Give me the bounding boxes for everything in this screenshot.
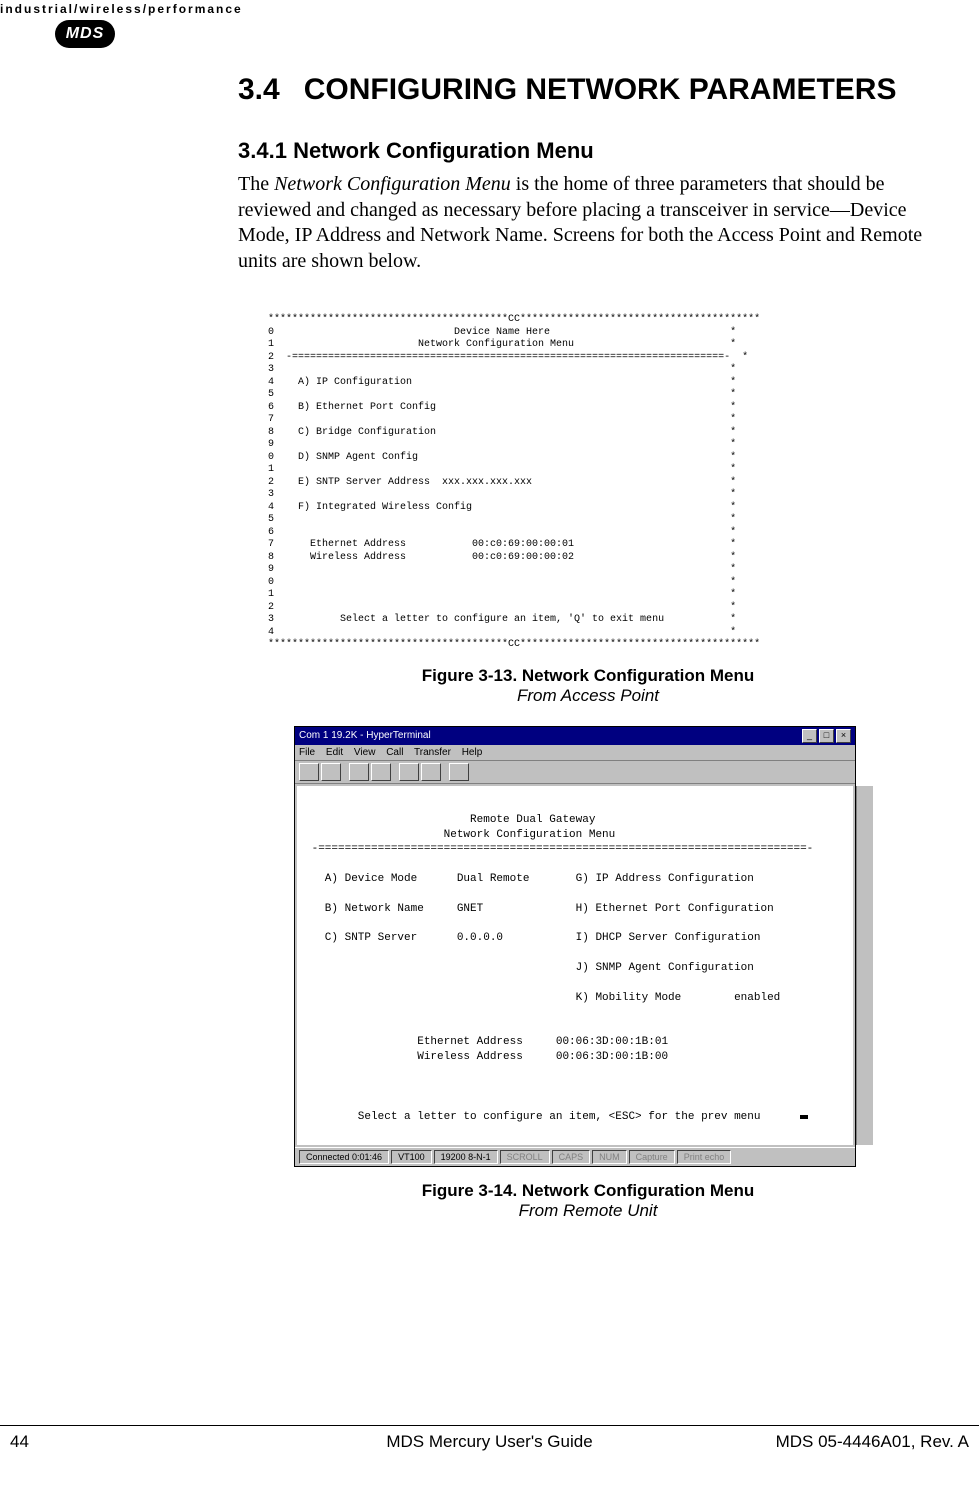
window-titlebar: Com 1 19.2K - HyperTerminal _ □ × — [295, 727, 855, 745]
figure-label-bold: Figure 3-13. Network Configuration Menu — [238, 666, 938, 686]
menu-help[interactable]: Help — [462, 747, 483, 758]
status-port-settings: 19200 8-N-1 — [434, 1150, 498, 1164]
term-line: 1 Network Configuration Menu * — [268, 339, 736, 350]
term-line: 4 * — [268, 627, 736, 638]
toolbar-button[interactable] — [421, 763, 441, 781]
term-line: 5 * — [268, 389, 736, 400]
status-capture: Capture — [629, 1150, 675, 1164]
term-line: 2 E) SNTP Server Address xxx.xxx.xxx.xxx… — [268, 477, 736, 488]
text-cursor — [800, 1115, 808, 1119]
term-line: 3 Select a letter to configure an item, … — [268, 614, 736, 625]
menu-transfer[interactable]: Transfer — [414, 747, 451, 758]
section-heading: 3.4 CONFIGURING NETWORK PARAMETERS — [238, 72, 938, 108]
subsection-number: 3.4.1 — [238, 138, 287, 163]
para-italic-term: Network Configuration Menu — [274, 173, 511, 195]
term-line: A) Device Mode Dual Remote G) IP Address… — [305, 873, 754, 885]
term-line: C) SNTP Server 0.0.0.0 I) DHCP Server Co… — [305, 932, 760, 944]
window-statusbar: Connected 0:01:46 VT100 19200 8-N-1 SCRO… — [295, 1147, 855, 1166]
term-line: 9 * — [268, 564, 736, 575]
term-line: 4 F) Integrated Wireless Config * — [268, 502, 736, 513]
term-line: B) Network Name GNET H) Ethernet Port Co… — [305, 903, 774, 915]
status-caps: CAPS — [552, 1150, 591, 1164]
header-tagline: industrial/wireless/performance — [0, 2, 243, 16]
page-footer: 44 MDS Mercury User's Guide MDS 05-4446A… — [0, 1425, 979, 1452]
toolbar-button[interactable] — [299, 763, 319, 781]
term-line: J) SNMP Agent Configuration — [305, 962, 754, 974]
window-title: Com 1 19.2K - HyperTerminal — [299, 730, 431, 741]
para-pre: The — [238, 173, 274, 195]
maximize-button[interactable]: □ — [819, 729, 834, 743]
term-line: 0 * — [268, 577, 736, 588]
intro-paragraph: The Network Configuration Menu is the ho… — [238, 172, 938, 274]
status-connected: Connected 0:01:46 — [299, 1150, 389, 1164]
section-title: CONFIGURING NETWORK PARAMETERS — [304, 73, 897, 106]
figure-label-bold: Figure 3-14. Network Configuration Menu — [238, 1181, 938, 1201]
term-line: 4 A) IP Configuration * — [268, 377, 736, 388]
status-emulation: VT100 — [391, 1150, 432, 1164]
term-line: Ethernet Address 00:06:3D:00:1B:01 — [305, 1036, 668, 1048]
close-button[interactable]: × — [836, 729, 851, 743]
term-line: 8 Wireless Address 00:c0:69:00:00:02 * — [268, 552, 736, 563]
toolbar-button[interactable] — [349, 763, 369, 781]
mds-logo: MDS — [55, 20, 115, 48]
subsection-heading: 3.4.1 Network Configuration Menu — [238, 138, 938, 164]
toolbar-button[interactable] — [321, 763, 341, 781]
term-line: K) Mobility Mode enabled — [305, 992, 780, 1004]
term-line: Remote Dual Gateway — [305, 814, 595, 826]
toolbar-button[interactable] — [449, 763, 469, 781]
hyperterminal-window: Com 1 19.2K - HyperTerminal _ □ × File E… — [294, 726, 856, 1167]
term-line: 0 Device Name Here * — [268, 327, 736, 338]
menu-edit[interactable]: Edit — [326, 747, 343, 758]
section-number: 3.4 — [238, 72, 280, 108]
term-line: 3 * — [268, 489, 736, 500]
term-line: 9 * — [268, 439, 736, 450]
term-line: 3 * — [268, 364, 736, 375]
term-line: ****************************************… — [268, 639, 760, 650]
term-line: 2 -=====================================… — [268, 352, 748, 363]
figure-caption-1: Figure 3-13. Network Configuration Menu … — [238, 666, 938, 706]
terminal-screenshot-ap: ****************************************… — [268, 314, 938, 652]
term-line: 7 * — [268, 414, 736, 425]
window-toolbar — [295, 761, 855, 784]
menu-view[interactable]: View — [354, 747, 376, 758]
term-line: 1 * — [268, 464, 736, 475]
figure-caption-2: Figure 3-14. Network Configuration Menu … — [238, 1181, 938, 1221]
term-line: ****************************************… — [268, 314, 760, 325]
toolbar-button[interactable] — [399, 763, 419, 781]
figure-label-italic: From Access Point — [238, 686, 938, 706]
menu-file[interactable]: File — [299, 747, 315, 758]
term-line: 1 * — [268, 589, 736, 600]
toolbar-button[interactable] — [371, 763, 391, 781]
term-line: 7 Ethernet Address 00:c0:69:00:00:01 * — [268, 539, 736, 550]
status-printecho: Print echo — [677, 1150, 732, 1164]
term-line: 6 B) Ethernet Port Config * — [268, 402, 736, 413]
terminal-body[interactable]: Remote Dual Gateway Network Configuratio… — [297, 786, 853, 1145]
status-scroll: SCROLL — [500, 1150, 550, 1164]
term-line: 0 D) SNMP Agent Config * — [268, 452, 736, 463]
footer-center: MDS Mercury User's Guide — [0, 1432, 979, 1452]
term-line: 2 * — [268, 602, 736, 613]
window-menubar: File Edit View Call Transfer Help — [295, 745, 855, 761]
term-line: Wireless Address 00:06:3D:00:1B:00 — [305, 1051, 668, 1063]
minimize-button[interactable]: _ — [802, 729, 817, 743]
figure-label-italic: From Remote Unit — [238, 1201, 938, 1221]
term-line: 5 * — [268, 514, 736, 525]
term-line: -=======================================… — [305, 843, 813, 855]
status-num: NUM — [592, 1150, 627, 1164]
vertical-scrollbar[interactable] — [856, 786, 873, 1145]
term-line: 8 C) Bridge Configuration * — [268, 427, 736, 438]
menu-call[interactable]: Call — [386, 747, 403, 758]
term-line: Network Configuration Menu — [305, 829, 615, 841]
term-line: 6 * — [268, 527, 736, 538]
subsection-title: Network Configuration Menu — [293, 138, 594, 163]
term-line: Select a letter to configure an item, <E… — [305, 1111, 760, 1123]
